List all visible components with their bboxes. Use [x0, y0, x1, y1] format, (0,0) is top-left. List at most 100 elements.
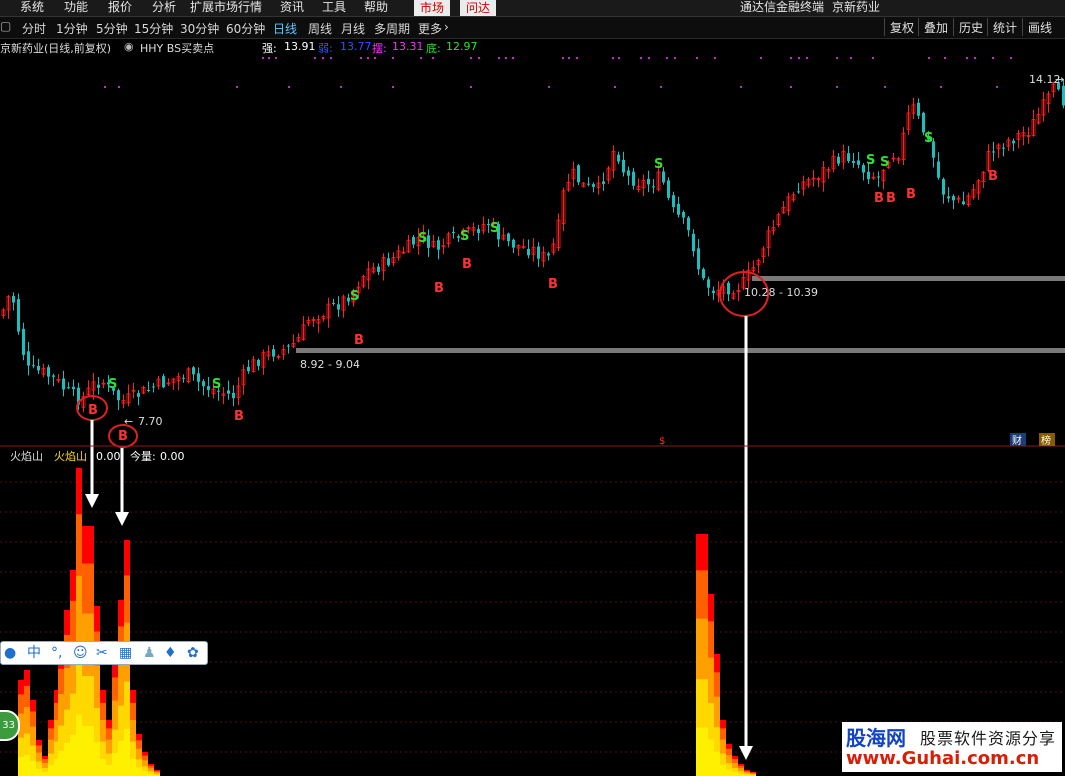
- flame-bar: [136, 759, 142, 769]
- candle-body: [452, 231, 455, 233]
- scissors-icon[interactable]: ✂: [96, 644, 108, 662]
- candle-body: [677, 203, 680, 215]
- signal-dot: [432, 57, 434, 59]
- candlestick-series: [1, 75, 1065, 413]
- keyboard-icon[interactable]: ▦: [119, 644, 132, 662]
- candle-body: [97, 384, 100, 388]
- candle-body: [622, 159, 625, 173]
- candle-body: [682, 212, 685, 218]
- candle-body: [867, 171, 870, 180]
- flame-bar: [142, 766, 148, 772]
- flame-bar: [48, 764, 54, 776]
- support-bands: [296, 276, 1065, 353]
- flame-bar: [124, 575, 130, 624]
- signal-dot: [836, 57, 838, 59]
- candle-body: [632, 171, 635, 186]
- signal-dot: [392, 57, 394, 59]
- flame-bar: [24, 707, 30, 735]
- gear-icon[interactable]: ✿: [187, 644, 199, 662]
- signal-dot: [714, 57, 716, 59]
- candle-body: [137, 393, 140, 397]
- candle-body: [662, 171, 665, 183]
- signal-dot: [660, 86, 662, 88]
- flame-bar: [88, 676, 94, 727]
- signal-dot: [612, 57, 614, 59]
- flame-bar: [48, 720, 54, 729]
- candle-body: [672, 195, 675, 208]
- candle-body: [152, 386, 155, 388]
- signal-dot: [367, 57, 369, 59]
- signal-dot: [268, 57, 270, 59]
- flame-bar: [30, 760, 36, 776]
- candle-body: [257, 359, 260, 366]
- bs-signals: BBBBBBBB B BBS SSS SSS S SS: [88, 131, 998, 444]
- flame-bar: [42, 763, 48, 769]
- ranking-tag-label: 榜: [1041, 434, 1051, 447]
- candle-body: [32, 365, 35, 367]
- flame-bar: [36, 752, 42, 763]
- flame-bar: [106, 728, 112, 741]
- flame-bar: [130, 758, 136, 776]
- flame-bar: [42, 772, 48, 776]
- flame-bar: [30, 745, 36, 762]
- flame-bar: [82, 676, 88, 727]
- flame-bar: [58, 694, 64, 727]
- flame-bar: [88, 563, 94, 614]
- flame-bar: [720, 739, 726, 755]
- flame-bar: [42, 768, 48, 773]
- shirt-icon[interactable]: ♦: [164, 644, 177, 662]
- candle-body: [232, 392, 235, 399]
- lower-indicator-name[interactable]: 火焰山: [10, 449, 43, 463]
- flame-bar: [64, 742, 70, 776]
- flame-bar: [18, 756, 24, 776]
- flame-bar: [30, 711, 36, 728]
- signal-dot: [420, 57, 422, 59]
- flame-bar: [112, 729, 118, 754]
- flame-bar: [720, 764, 726, 776]
- candle-body: [22, 328, 25, 355]
- buy-signal: B: [88, 403, 98, 418]
- candle-body: [647, 178, 650, 185]
- flame-bar: [18, 680, 24, 695]
- signal-dot: [850, 57, 852, 59]
- candle-body: [602, 181, 605, 184]
- signal-dot: [740, 86, 742, 88]
- user-icon[interactable]: ●: [4, 644, 16, 662]
- low-arrow: ←: [124, 415, 133, 428]
- flame-bar: [70, 693, 76, 736]
- watermark: 股海网 股票软件资源分享 www.Guhai.com.cn: [842, 722, 1062, 772]
- candle-body: [272, 349, 275, 357]
- flame-bar: [82, 526, 88, 564]
- candle-body: [707, 279, 710, 288]
- flame-bar: [726, 744, 732, 750]
- chinese-mode-button[interactable]: 中: [27, 644, 41, 662]
- flame-bar: [24, 670, 30, 687]
- signal-dot: [790, 86, 792, 88]
- smile-icon[interactable]: ☺: [73, 644, 88, 662]
- candle-body: [877, 176, 880, 178]
- flame-bar: [36, 761, 42, 770]
- signal-dot: [568, 57, 570, 59]
- candle-body: [207, 386, 210, 390]
- dot-icon[interactable]: °,: [51, 644, 62, 662]
- arrow-head: [115, 512, 129, 526]
- buy-signal: B: [886, 191, 896, 206]
- flame-bar: [64, 709, 70, 744]
- candle-body: [922, 112, 925, 133]
- flame-bar: [124, 681, 130, 730]
- signal-dot: [576, 57, 578, 59]
- flame-bar: [48, 739, 54, 755]
- flame-bar: [42, 756, 48, 760]
- candle-body: [62, 378, 65, 390]
- candle-body: [727, 282, 730, 295]
- signal-dot: [674, 57, 676, 59]
- finance-tag-label: 财: [1012, 434, 1022, 447]
- candle-body: [692, 233, 695, 252]
- flame-bar: [18, 737, 24, 758]
- lower-indicator-value: 0.00: [96, 450, 121, 463]
- person-icon[interactable]: ♟: [143, 644, 156, 662]
- candle-body: [592, 184, 595, 187]
- candle-body: [147, 390, 150, 392]
- flame-bar: [76, 468, 82, 515]
- candle-body: [577, 165, 580, 183]
